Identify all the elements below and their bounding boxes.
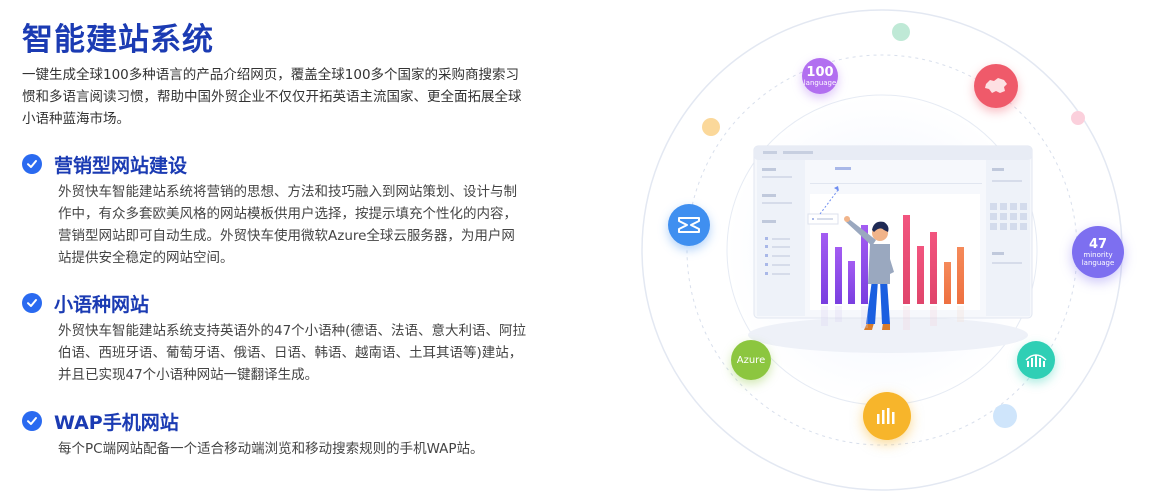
- signal-icon: [1025, 354, 1047, 367]
- minority-label-2: language: [1081, 258, 1115, 267]
- bar-chart-bubble: [863, 392, 911, 440]
- signal-bubble: [1017, 341, 1055, 379]
- feature-minority-language-site: 小语种网站 外贸快车智能建站系统支持英语外的47个小语种(德语、法语、意大利语、…: [22, 290, 542, 386]
- china-map-bubble: [974, 64, 1018, 108]
- feature-desc: 每个PC端网站配备一个适合移动端浏览和移动搜索规则的手机WAP站。: [58, 441, 484, 457]
- feature-wap-mobile-site: WAP手机网站 每个PC端网站配备一个适合移动端浏览和移动搜索规则的手机WAP站…: [22, 408, 542, 460]
- azure-label: Azure: [736, 354, 766, 366]
- minority-language-bubble: 47 minority language: [1072, 226, 1124, 278]
- page-title: 智能建站系统: [22, 22, 214, 58]
- feature-title: WAP手机网站: [54, 411, 179, 434]
- feature-title: 营销型网站建设: [54, 154, 188, 177]
- bar-chart-icon: [877, 408, 895, 424]
- decor-dot: [892, 23, 910, 41]
- feature-title: 小语种网站: [54, 293, 150, 316]
- feature-desc: 外贸快车智能建站系统支持英语外的47个小语种(德语、法语、意大利语、阿拉伯语、西…: [58, 323, 526, 383]
- intro-text: 一键生成全球100多种语言的产品介绍网页，覆盖全球100多个国家的采购商搜索习惯…: [22, 67, 522, 127]
- language-count-bubble: 100 language: [802, 58, 838, 94]
- language-count: 100: [806, 64, 834, 80]
- check-icon: [22, 411, 42, 431]
- minority-label: minority: [1083, 250, 1113, 259]
- illustration: 100 language 47 minority language Azure: [620, 0, 1150, 500]
- hourglass-bubble: [668, 204, 710, 246]
- hourglass-icon: [678, 217, 700, 233]
- decor-dot: [702, 118, 720, 136]
- check-icon: [22, 293, 42, 313]
- decor-dot: [993, 404, 1017, 428]
- decor-dot: [1071, 111, 1085, 125]
- minority-count: 47: [1088, 236, 1108, 252]
- china-map-icon: [985, 78, 1007, 93]
- azure-bubble: Azure: [731, 340, 771, 380]
- feature-marketing-site: 营销型网站建设 外贸快车智能建站系统将营销的思想、方法和技巧融入到网站策划、设计…: [22, 151, 542, 269]
- feature-desc: 外贸快车智能建站系统将营销的思想、方法和技巧融入到网站策划、设计与制作中，有众多…: [58, 184, 517, 266]
- check-icon: [22, 154, 42, 174]
- language-label: language: [803, 78, 837, 87]
